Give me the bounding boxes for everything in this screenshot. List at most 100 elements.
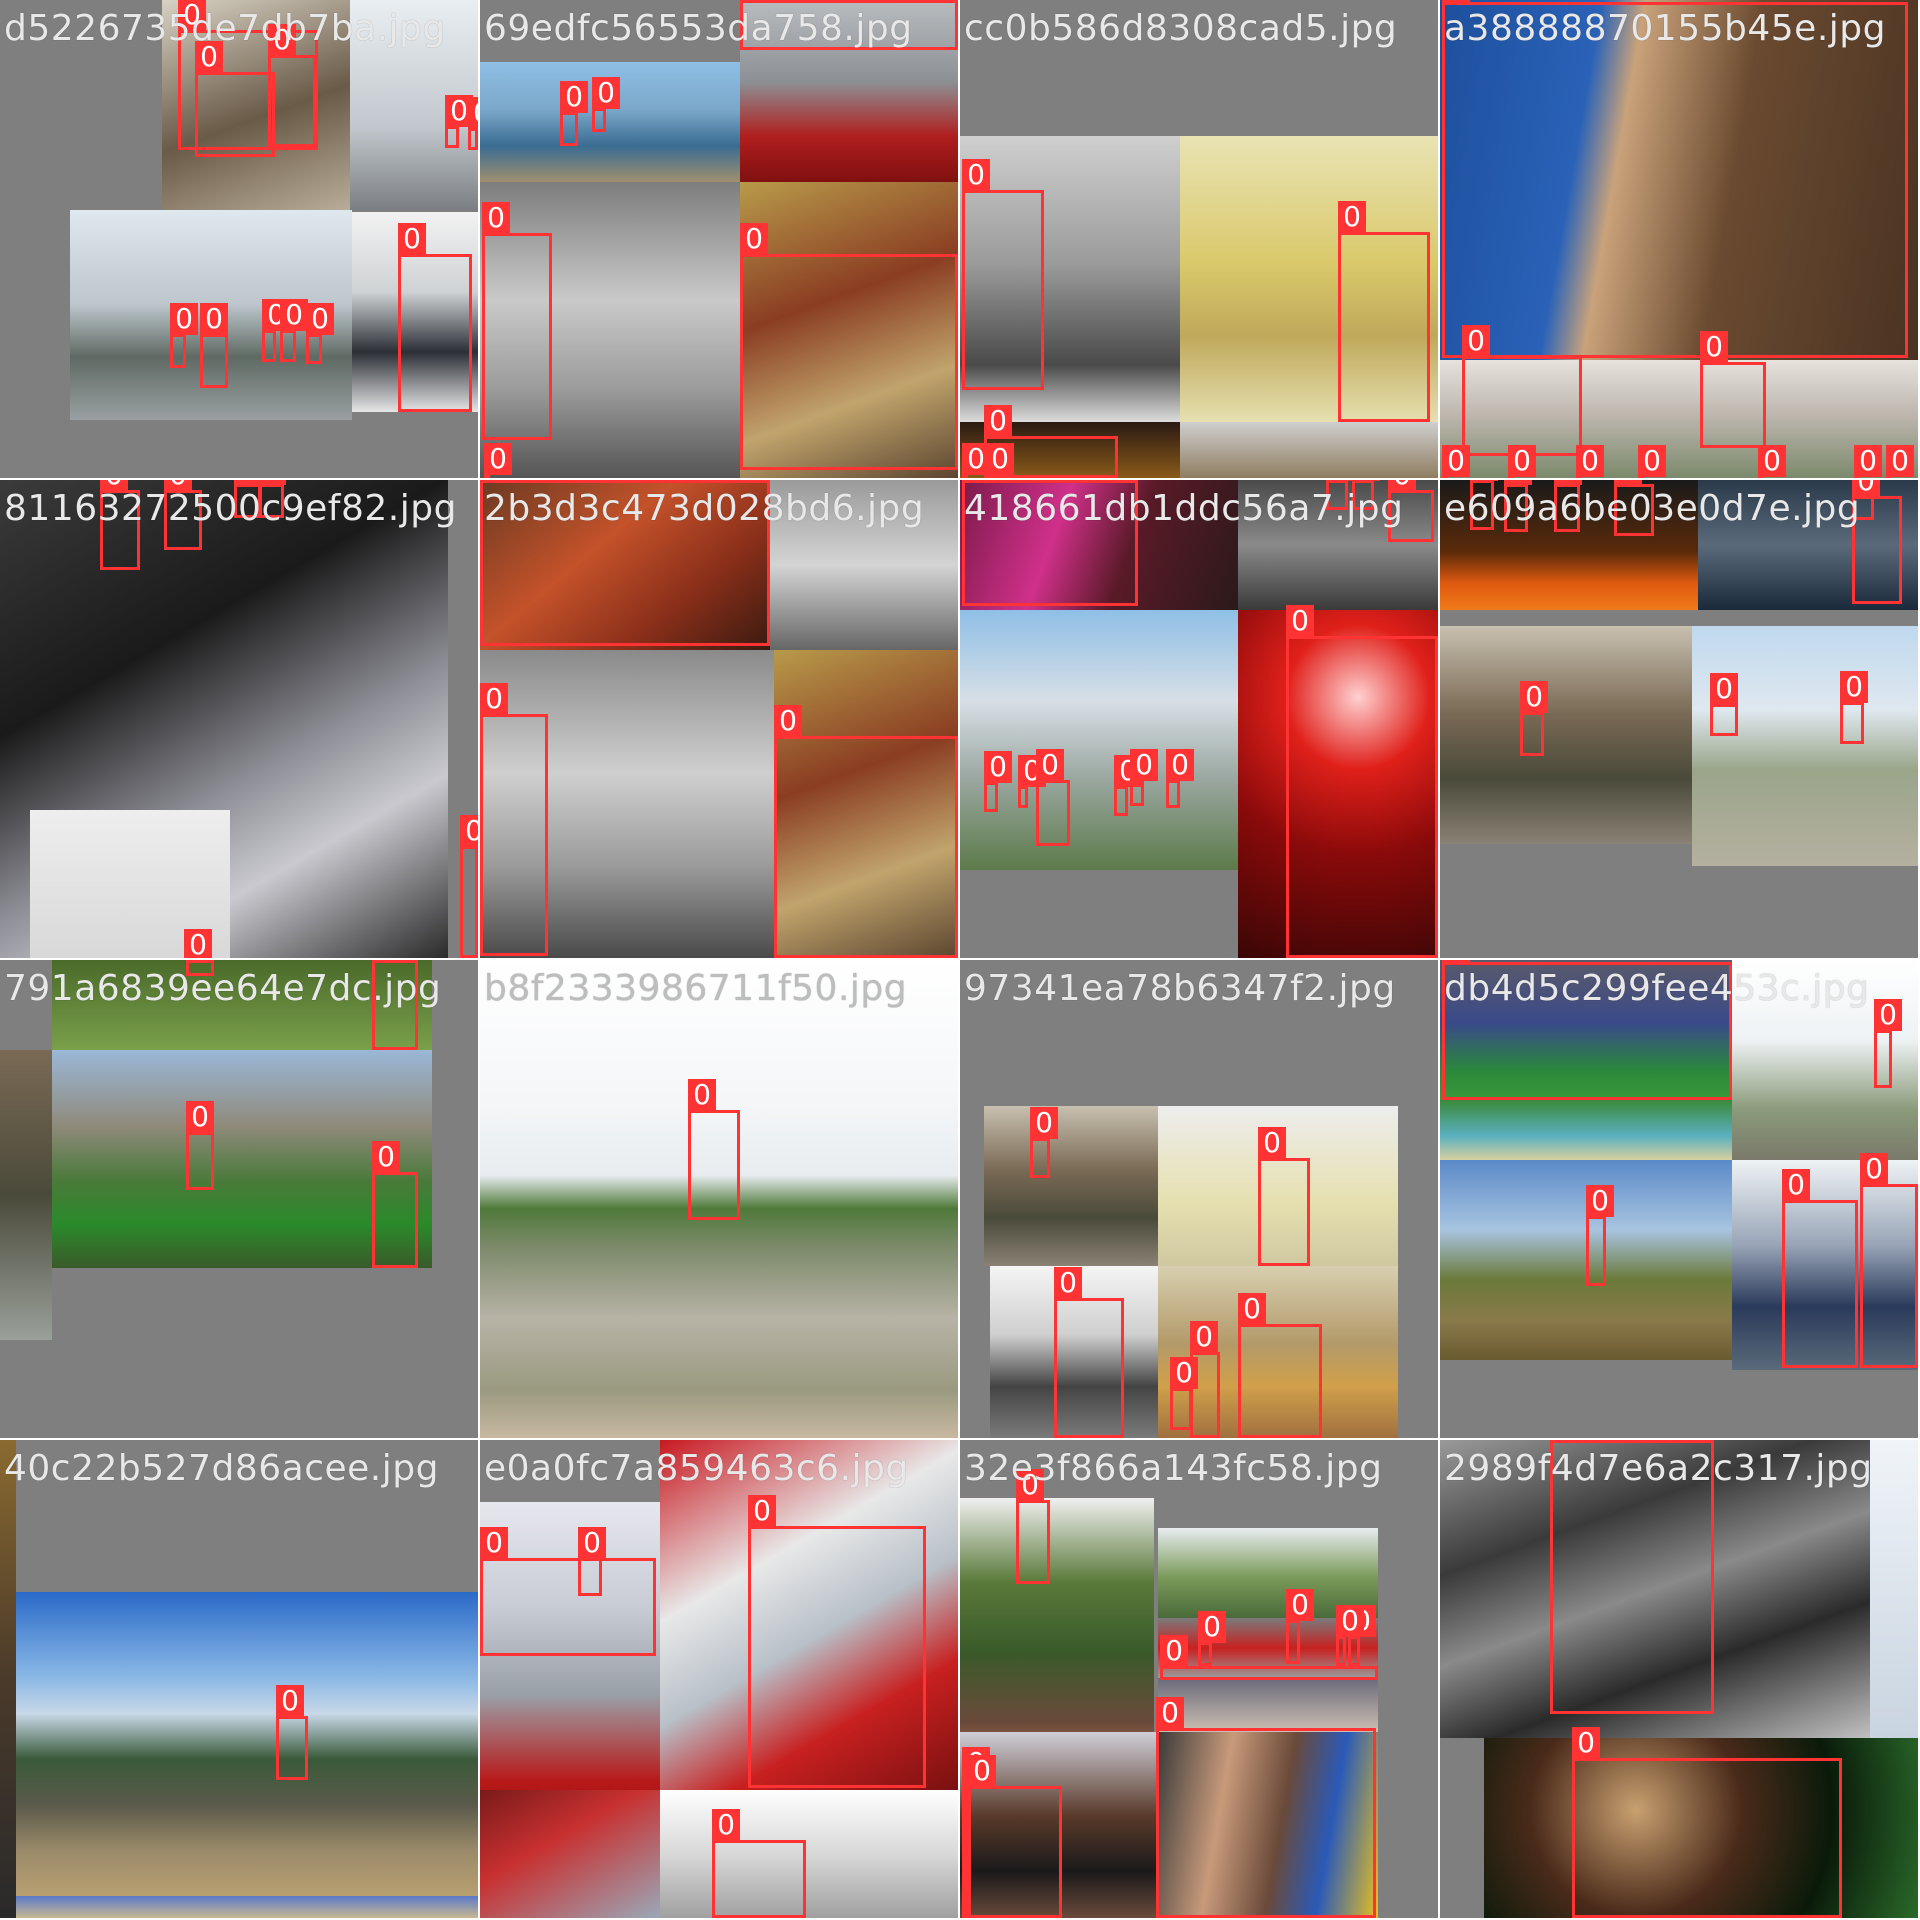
person-bounding-box: 0 xyxy=(484,443,512,478)
person-bounding-box: 0 xyxy=(740,223,958,470)
person-bounding-box: 0 xyxy=(1238,1293,1322,1438)
class-label-tag: 0 xyxy=(372,1141,400,1173)
class-label-tag: 0 xyxy=(1700,331,1728,363)
person-bounding-box: 0 xyxy=(1160,1635,1378,1680)
class-label-tag: 0 xyxy=(984,405,1012,437)
class-label-tag: 0 xyxy=(1586,1185,1614,1217)
photo-segment xyxy=(1440,626,1692,844)
person-bounding-box: 0 xyxy=(398,223,472,412)
class-label-tag: 0 xyxy=(1442,960,1470,963)
class-label-tag: 0 xyxy=(1160,1635,1188,1667)
photo-segment xyxy=(16,1896,478,1918)
person-bounding-box: 0 xyxy=(1338,201,1430,422)
image-filename-label: a38888870155b45e.jpg xyxy=(1444,8,1886,49)
person-bounding-box: 0 xyxy=(1156,1697,1376,1918)
person-bounding-box: 0 xyxy=(1198,1611,1226,1666)
class-label-tag: 0 xyxy=(1470,480,1498,481)
image-filename-label: 2989f4d7e6a2c317.jpg xyxy=(1444,1448,1873,1489)
person-bounding-box: 0 xyxy=(1166,749,1194,808)
person-bounding-box: 0 xyxy=(1054,1267,1124,1438)
class-label-tag: 0 xyxy=(480,480,508,481)
image-filename-label: 97341ea78b6347f2.jpg xyxy=(964,968,1396,1009)
class-label-tag: 0 xyxy=(1554,480,1582,485)
person-bounding-box: 0 xyxy=(1860,1153,1918,1368)
class-label-tag: 0 xyxy=(1572,1727,1600,1759)
mosaic-tile: 0 b8f2333986711f50.jpg xyxy=(480,960,958,1438)
photo-segment xyxy=(0,1050,52,1340)
image-filename-label: 791a6839ee64e7dc.jpg xyxy=(4,968,442,1009)
class-label-tag: 0 xyxy=(560,81,588,113)
class-label-tag: 0 xyxy=(1036,749,1064,781)
class-label-tag: 0 xyxy=(1286,1589,1314,1621)
class-label-tag: 0 xyxy=(1258,1127,1286,1159)
class-label-tag: 0 xyxy=(1442,445,1470,477)
photo-segment xyxy=(1692,626,1918,866)
mosaic-tile: 0 0 0 0 0 0 0 0 0 0 a38888870155b45e.jpg xyxy=(1440,0,1918,478)
person-bounding-box: 0 xyxy=(262,299,290,362)
person-bounding-box: 0 xyxy=(1170,1357,1198,1430)
class-label-tag: 0 xyxy=(774,705,802,737)
person-bounding-box: 0 xyxy=(1710,673,1738,736)
class-label-tag: 0 xyxy=(1352,480,1380,481)
image-filename-label: 69edfc56553da758.jpg xyxy=(484,8,913,49)
class-label-tag: 0 xyxy=(1508,445,1536,477)
person-bounding-box: 0 xyxy=(1782,1169,1858,1368)
person-bounding-box: 0 xyxy=(460,815,478,958)
class-label-tag: 0 xyxy=(1854,445,1882,477)
class-label-tag: 0 xyxy=(480,1527,508,1559)
class-label-tag: 0 xyxy=(280,299,308,331)
mosaic-tile: 0 0 0 0 0 0 97341ea78b6347f2.jpg xyxy=(960,960,1438,1438)
class-label-tag: 0 xyxy=(372,960,400,961)
class-label-tag: 0 xyxy=(276,1685,304,1717)
person-bounding-box: 0 xyxy=(986,443,1014,478)
class-label-tag: 0 xyxy=(1504,480,1532,485)
photo-segment xyxy=(1870,1440,1918,1738)
class-label-tag: 0 xyxy=(1520,681,1548,713)
class-label-tag: 0 xyxy=(962,480,990,481)
photo-segment xyxy=(480,1790,660,1918)
person-bounding-box: 0 xyxy=(480,683,548,956)
mosaic-tile: 0 0 0 0 0 0 0 0 0 0 0 418661db1ddc56a7.j… xyxy=(960,480,1438,958)
class-label-tag: 0 xyxy=(740,223,768,255)
person-bounding-box: 0 xyxy=(186,1101,214,1190)
person-bounding-box: 0 xyxy=(1016,1469,1050,1584)
class-label-tag: 0 xyxy=(480,683,508,715)
mosaic-tile: 0 0 0 0 0 0 0 0 0 e609a6be03e0d7e.jpg xyxy=(1440,480,1918,958)
class-label-tag: 0 xyxy=(1198,1611,1226,1643)
mosaic-tile: 0 0 0 0 0 0 81163272500c9ef82.jpg xyxy=(0,480,478,958)
person-bounding-box: 0 xyxy=(1114,755,1142,816)
person-bounding-box: 0 xyxy=(1576,445,1604,478)
class-label-tag: 0 xyxy=(740,0,768,1)
class-label-tag: 0 xyxy=(1886,445,1914,477)
mosaic-tile: 0 0 0 0 e0a0fc7a859463c6.jpg xyxy=(480,1440,958,1918)
photo-segment xyxy=(660,1790,958,1918)
class-label-tag: 0 xyxy=(1462,325,1490,357)
person-bounding-box: 0 xyxy=(1700,331,1766,448)
mosaic-tile: 0 0 0 0 0 cc0b586d8308cad5.jpg xyxy=(960,0,1438,478)
class-label-tag: 0 xyxy=(1550,1440,1578,1441)
class-label-tag: 0 xyxy=(1710,673,1738,705)
class-label-tag: 0 xyxy=(712,1809,740,1841)
person-bounding-box: 0 xyxy=(1840,671,1868,744)
class-label-tag: 0 xyxy=(186,1101,214,1133)
person-bounding-box: 0 xyxy=(962,159,1044,390)
person-bounding-box: 0 xyxy=(984,751,1012,812)
class-label-tag: 0 xyxy=(482,202,510,234)
image-filename-label: e0a0fc7a859463c6.jpg xyxy=(484,1448,909,1489)
class-label-tag: 0 xyxy=(1782,1169,1810,1201)
mosaic-tile: 0 40c22b527d86acee.jpg xyxy=(0,1440,478,1918)
person-bounding-box: 0 xyxy=(195,41,275,157)
person-bounding-box: 0 xyxy=(1018,755,1046,808)
class-label-tag: 0 xyxy=(258,480,286,485)
class-label-tag: 0 xyxy=(1054,1267,1082,1299)
class-label-tag: 0 xyxy=(962,159,990,191)
mosaic-tile: 0 0 2989f4d7e6a2c317.jpg xyxy=(1440,1440,1918,1918)
image-filename-label: 2b3d3c473d028bd6.jpg xyxy=(484,488,925,529)
image-filename-label: b8f2333986711f50.jpg xyxy=(484,968,908,1009)
photo-segment xyxy=(16,1592,478,1896)
mosaic-grid: 0 0 0 0 0 0 0 0 0 0 0 d5226735de7db7ba.j… xyxy=(0,0,1920,1920)
image-filename-label: 40c22b527d86acee.jpg xyxy=(4,1448,439,1489)
class-label-tag: 0 xyxy=(986,443,1014,475)
class-label-tag: 0 xyxy=(306,303,334,335)
person-bounding-box: 0 xyxy=(1520,681,1548,756)
